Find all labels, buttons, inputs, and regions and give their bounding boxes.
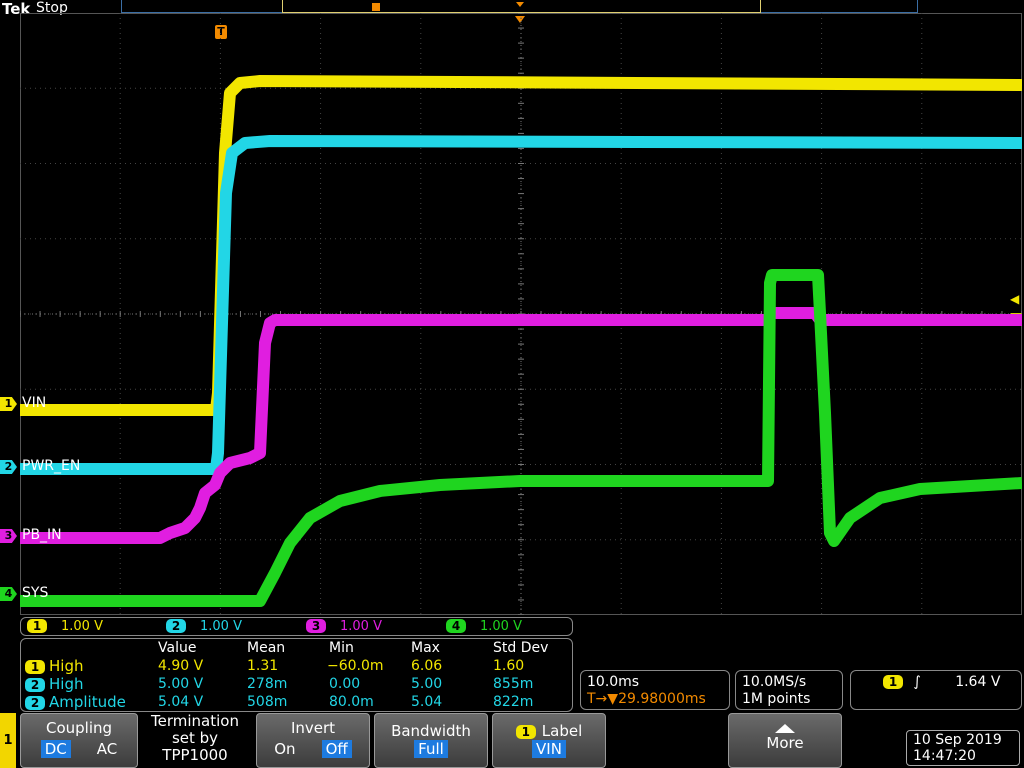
meas-max: 5.04	[411, 694, 443, 710]
meas-header-value: Value	[158, 640, 197, 656]
meas-row: 2 High	[25, 676, 83, 693]
meas-min: −60.0m	[327, 658, 384, 674]
coupling-title: Coupling	[45, 719, 113, 737]
ch1-ground-marker[interactable]: 1	[0, 397, 17, 411]
ch1-label: VIN	[22, 395, 47, 411]
ch4-ground-marker[interactable]: 4	[0, 587, 17, 601]
coupling-ac-option[interactable]: AC	[97, 740, 117, 758]
ch2-label: PWR_EN	[22, 458, 81, 474]
coupling-button[interactable]: Coupling DC AC	[20, 713, 138, 768]
meas-value: 5.04 V	[158, 694, 204, 710]
timebase-readout[interactable]: 10.0ms T→▼29.98000ms	[580, 670, 730, 710]
meas-std: 855m	[493, 676, 534, 692]
trigger-delay: T→▼29.98000ms	[587, 691, 706, 707]
invert-on-option[interactable]: On	[274, 740, 295, 758]
invert-title: Invert	[290, 719, 336, 737]
measurement-panel[interactable]: Value Mean Min Max Std Dev 1 High 4.90 V …	[20, 638, 573, 712]
bandwidth-button[interactable]: Bandwidth Full	[374, 713, 488, 768]
channel-menu-indicator: 1	[0, 713, 16, 768]
meas-max: 6.06	[411, 658, 443, 674]
waveform-display	[20, 13, 1022, 615]
termination-info: Termination set by TPP1000	[140, 713, 250, 768]
label-value: VIN	[532, 740, 566, 758]
ch2-scale[interactable]: 2 1.00 V	[166, 619, 242, 634]
record-center-marker	[516, 2, 524, 7]
bandwidth-value: Full	[414, 740, 448, 758]
date-time: 10 Sep 2019 14:47:20	[906, 730, 1020, 766]
meas-value: 4.90 V	[158, 658, 204, 674]
timebase-scale: 10.0ms	[587, 674, 640, 690]
more-button[interactable]: More	[728, 713, 842, 768]
ch4-scale[interactable]: 4 1.00 V	[446, 619, 522, 634]
meas-header-mean: Mean	[247, 640, 286, 656]
meas-header-min: Min	[329, 640, 354, 656]
channel-scale-bar: 1 1.00 V 2 1.00 V 3 1.00 V 4 1.00 V	[20, 617, 573, 636]
bandwidth-title: Bandwidth	[391, 722, 471, 740]
meas-row: 1 High	[25, 658, 83, 675]
trigger-source-badge: 1	[883, 675, 903, 689]
ch3-scale[interactable]: 3 1.00 V	[306, 619, 382, 634]
meas-std: 1.60	[493, 658, 525, 674]
ch3-ground-marker[interactable]: 3	[0, 529, 17, 543]
trigger-level-marker[interactable]: ◀—	[1010, 292, 1024, 320]
ch3-label: PB_IN	[22, 527, 62, 543]
invert-button[interactable]: Invert On Off	[256, 713, 370, 768]
meas-std: 822m	[493, 694, 534, 710]
record-length: 1M points	[742, 691, 811, 707]
sample-rate: 10.0MS/s	[742, 674, 807, 690]
meas-min: 80.0m	[329, 694, 374, 710]
meas-value: 5.00 V	[158, 676, 204, 692]
up-arrow-icon	[775, 724, 795, 733]
meas-min: 0.00	[329, 676, 361, 692]
record-trigger-marker	[372, 3, 380, 11]
ch4-label: SYS	[22, 585, 49, 601]
coupling-dc-option[interactable]: DC	[40, 740, 71, 758]
ch1-scale[interactable]: 1 1.00 V	[27, 619, 103, 634]
meas-mean: 1.31	[247, 658, 279, 674]
meas-row: 2 Amplitude	[25, 694, 126, 711]
trigger-readout[interactable]: 1 ∫ 1.64 V	[850, 670, 1022, 710]
label-button[interactable]: 1 Label VIN	[492, 713, 606, 768]
trigger-level: 1.64 V	[955, 674, 1001, 690]
meas-mean: 278m	[247, 676, 288, 692]
meas-header-max: Max	[411, 640, 440, 656]
trigger-slope-icon: ∫	[913, 674, 921, 690]
ch2-ground-marker[interactable]: 2	[0, 460, 17, 474]
invert-off-option[interactable]: Off	[321, 740, 352, 758]
acquisition-readout[interactable]: 10.0MS/s 1M points	[735, 670, 843, 710]
meas-mean: 508m	[247, 694, 288, 710]
meas-max: 5.00	[411, 676, 443, 692]
meas-header-stddev: Std Dev	[493, 640, 549, 656]
